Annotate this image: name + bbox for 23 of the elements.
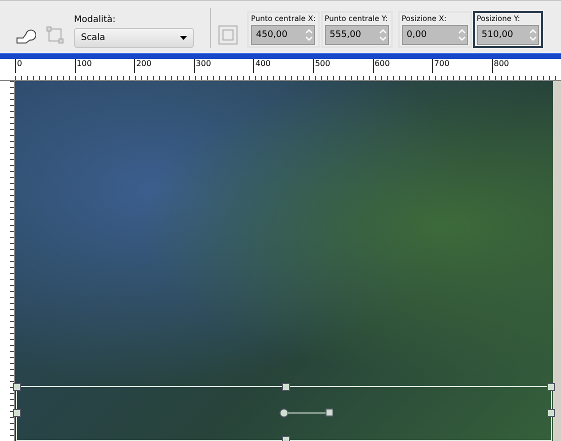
- number-spinner[interactable]: 555,00: [324, 25, 389, 45]
- number-spinner[interactable]: 450,00: [251, 25, 315, 45]
- ruler-label: 800: [492, 59, 552, 73]
- resize-handle[interactable]: [13, 383, 21, 391]
- ruler-label: 600: [372, 59, 432, 73]
- resize-handle[interactable]: [13, 409, 21, 417]
- selection-box[interactable]: [16, 386, 552, 441]
- ruler-label: 400: [253, 59, 313, 73]
- ruler-label: 700: [432, 59, 492, 73]
- resize-handle[interactable]: [547, 383, 555, 391]
- number-spinner[interactable]: 0,00: [402, 25, 468, 45]
- rotation-handle[interactable]: [279, 408, 333, 418]
- resize-handle[interactable]: [282, 383, 290, 391]
- number-spinner[interactable]: 510,00: [476, 25, 539, 45]
- ruler-label: 200: [134, 59, 194, 73]
- resize-handle[interactable]: [547, 409, 555, 417]
- caret-icon: [180, 36, 187, 40]
- mode-dropdown[interactable]: Scala: [74, 28, 194, 48]
- ruler-label: 300: [194, 59, 254, 73]
- ruler-label: 500: [312, 59, 373, 73]
- ruler-label: 0: [15, 59, 75, 73]
- mode-label: Modalità:: [74, 15, 117, 25]
- ruler-label: 100: [74, 59, 134, 73]
